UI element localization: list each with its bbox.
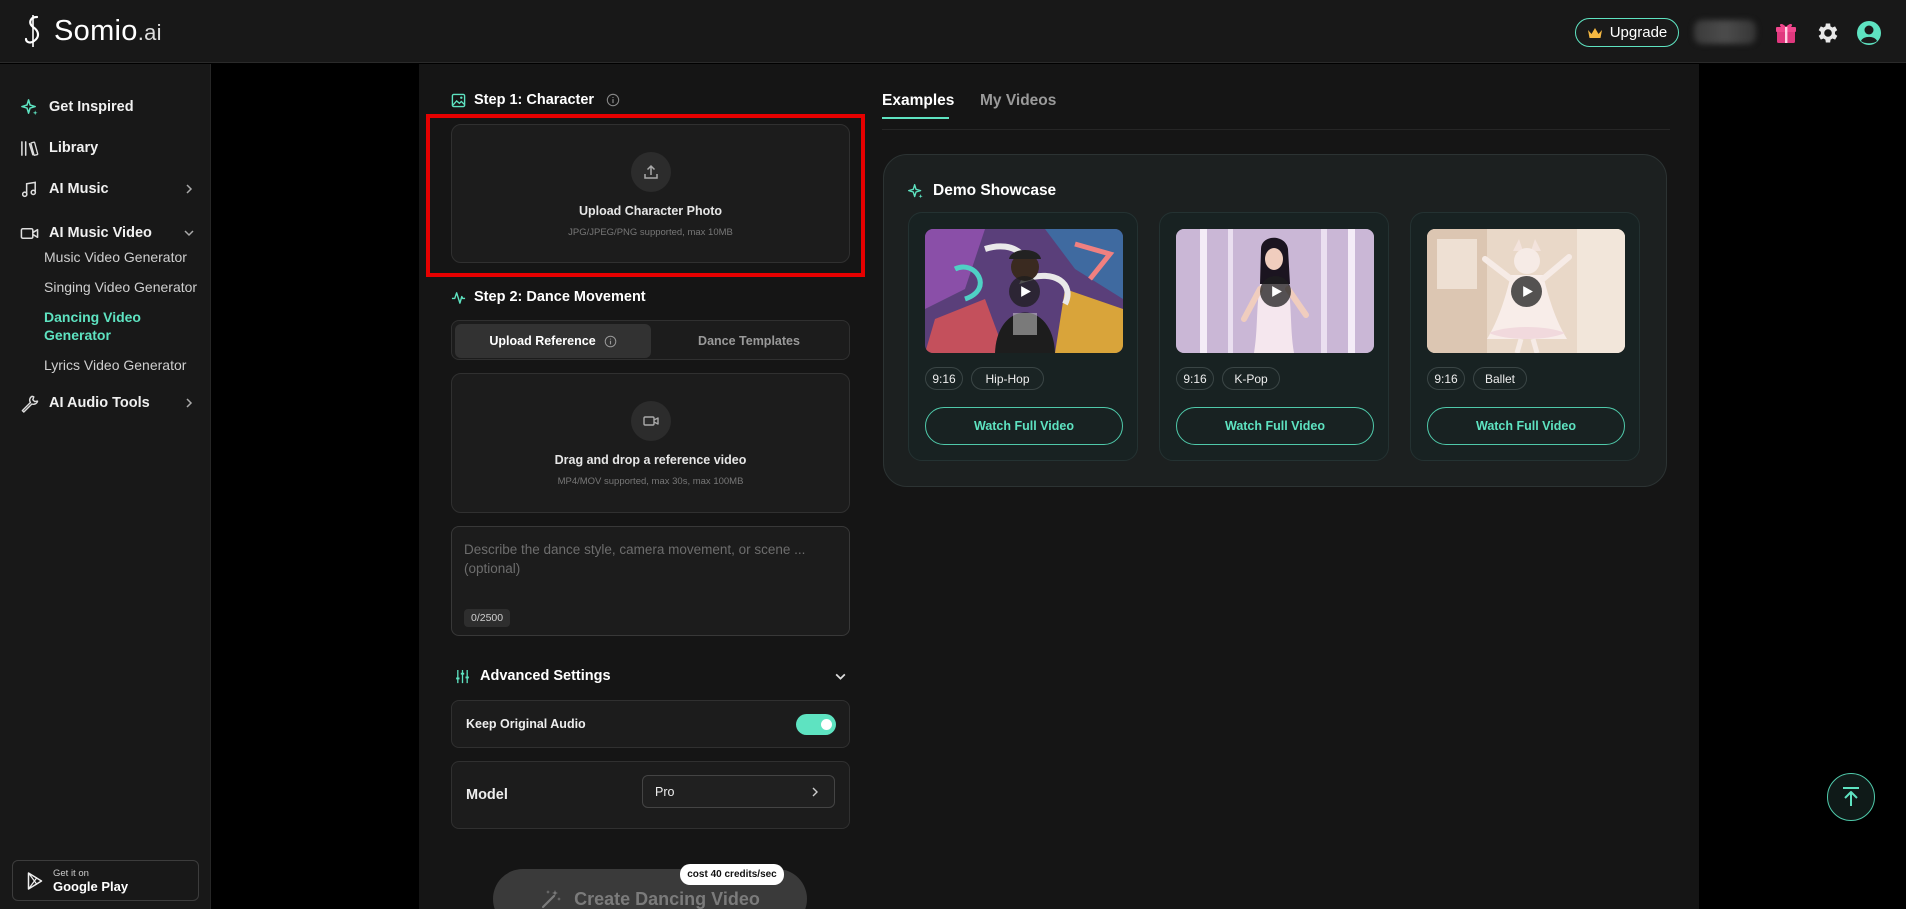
gear-icon[interactable]: [1815, 20, 1841, 46]
image-icon: [451, 93, 466, 107]
keep-audio-label: Keep Original Audio: [466, 717, 586, 731]
sidebar: Get Inspired Library AI Music AI Music V…: [0, 64, 211, 909]
upgrade-button[interactable]: Upgrade: [1575, 18, 1679, 47]
logo-text: Somio.ai: [54, 14, 162, 47]
active-tab-indicator: [882, 117, 949, 119]
sliders-icon: [456, 669, 469, 683]
pulse-icon: [451, 291, 466, 304]
chevron-down-icon: [184, 230, 194, 237]
play-button[interactable]: [1009, 276, 1040, 307]
model-label: Model: [466, 787, 508, 803]
video-icon-circle: [630, 401, 671, 441]
sidebar-item-get-inspired[interactable]: Get Inspired: [20, 95, 195, 119]
char-counter: 0/2500: [464, 609, 511, 627]
step1-title: Step 1: Character: [451, 92, 620, 108]
library-icon: [21, 140, 39, 156]
reference-video-dropzone[interactable]: Drag and drop a reference video MP4/MOV …: [451, 373, 850, 513]
tab-upload-reference[interactable]: Upload Reference: [455, 324, 651, 358]
tab-dance-templates[interactable]: Dance Templates: [651, 324, 847, 358]
demo-card-hiphop: 9:16 Hip-Hop Watch Full Video: [908, 212, 1138, 461]
dance-source-tabs: Upload Reference Dance Templates: [451, 320, 850, 360]
dance-prompt-box: 0/2500: [451, 526, 850, 636]
aspect-ratio-tag: 9:16: [925, 367, 963, 390]
play-icon: [1021, 286, 1031, 297]
watch-full-video-button[interactable]: Watch Full Video: [1176, 407, 1374, 445]
model-row: Model Pro: [451, 761, 850, 829]
keep-audio-row: Keep Original Audio: [451, 700, 850, 748]
chevron-right-icon: [186, 184, 193, 194]
aspect-ratio-tag: 9:16: [1176, 367, 1214, 390]
tab-my-videos[interactable]: My Videos: [980, 92, 1056, 110]
highlight-box: [426, 114, 865, 277]
google-play-icon: [27, 871, 43, 890]
cost-badge: cost 40 credits/sec: [680, 864, 784, 885]
google-play-badge[interactable]: Get it on Google Play: [12, 860, 199, 901]
model-select[interactable]: Pro: [642, 775, 835, 808]
showcase-title: Demo Showcase: [907, 182, 1056, 200]
credits-display[interactable]: [1694, 20, 1756, 44]
advanced-settings-toggle[interactable]: Advanced Settings: [455, 668, 847, 684]
watch-full-video-button[interactable]: Watch Full Video: [1427, 407, 1625, 445]
demo-card-ballet: 9:16 Ballet Watch Full Video: [1410, 212, 1640, 461]
dance-prompt-input[interactable]: [452, 527, 849, 602]
magic-wand-icon: [542, 890, 562, 909]
user-avatar-icon[interactable]: [1856, 20, 1882, 46]
dropzone-hint: MP4/MOV supported, max 30s, max 100MB: [557, 476, 744, 487]
dropzone-title: Drag and drop a reference video: [554, 453, 747, 467]
keep-audio-toggle[interactable]: [796, 714, 836, 735]
arrow-up-to-top-icon: [1843, 787, 1859, 806]
info-icon[interactable]: [606, 93, 620, 107]
play-icon: [1523, 286, 1533, 297]
sidebar-sub-singing-video-generator[interactable]: Singing Video Generator: [44, 278, 209, 296]
tab-examples[interactable]: Examples: [882, 92, 954, 110]
gift-icon[interactable]: [1773, 20, 1799, 46]
sidebar-item-ai-audio-tools[interactable]: AI Audio Tools: [20, 391, 195, 415]
music-note-icon: [21, 180, 37, 197]
tab-divider: [882, 129, 1670, 130]
play-button[interactable]: [1511, 276, 1542, 307]
aspect-ratio-tag: 9:16: [1427, 367, 1465, 390]
video-camera-icon: [20, 227, 39, 239]
play-button[interactable]: [1260, 276, 1291, 307]
sparkle-icon: [21, 98, 38, 115]
sparkle-icon: [908, 183, 923, 198]
play-icon: [1272, 286, 1282, 297]
step2-title: Step 2: Dance Movement: [451, 289, 646, 305]
sidebar-sub-music-video-generator[interactable]: Music Video Generator: [44, 248, 209, 266]
google-play-small-text: Get it on: [53, 867, 89, 879]
somio-logo[interactable]: Somio.ai: [22, 12, 162, 50]
sidebar-item-library[interactable]: Library: [20, 136, 195, 160]
wrench-icon: [21, 395, 39, 413]
video-thumbnail[interactable]: [925, 229, 1123, 353]
genre-tag: Hip-Hop: [971, 367, 1044, 390]
demo-card-kpop: 9:16 K-Pop Watch Full Video: [1159, 212, 1389, 461]
genre-tag: Ballet: [1473, 367, 1527, 390]
sidebar-sub-lyrics-video-generator[interactable]: Lyrics Video Generator: [44, 356, 209, 374]
chevron-right-icon: [186, 398, 193, 408]
crown-icon: [1587, 27, 1602, 38]
chevron-down-icon: [835, 673, 846, 680]
info-icon[interactable]: [604, 335, 617, 348]
logo-mark-icon: [24, 15, 40, 47]
watch-full-video-button[interactable]: Watch Full Video: [925, 407, 1123, 445]
back-to-top-button[interactable]: [1827, 773, 1875, 821]
sidebar-sub-dancing-video-generator[interactable]: Dancing Video Generator: [44, 308, 164, 344]
sidebar-item-ai-music-video[interactable]: AI Music Video: [20, 221, 195, 245]
chevron-right-icon: [812, 787, 818, 796]
top-header: Somio.ai Upgrade: [0, 0, 1906, 63]
video-thumbnail[interactable]: [1427, 229, 1625, 353]
genre-tag: K-Pop: [1222, 367, 1280, 390]
video-thumbnail[interactable]: [1176, 229, 1374, 353]
video-icon: [642, 416, 659, 426]
sidebar-item-ai-music[interactable]: AI Music: [20, 177, 195, 201]
google-play-big-text: Google Play: [53, 878, 129, 894]
